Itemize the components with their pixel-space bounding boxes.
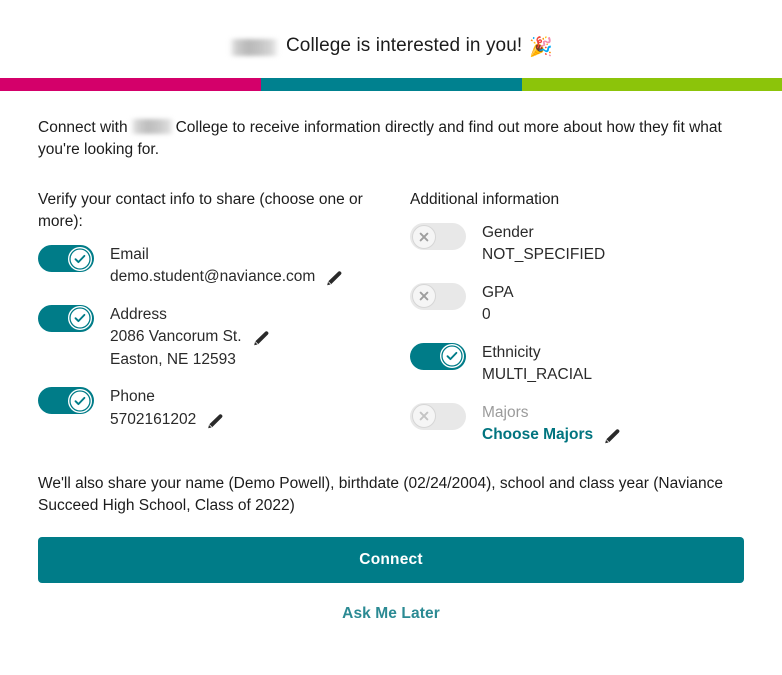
redacted-college-name (228, 38, 279, 56)
option-row-email: Email demo.student@naviance.com (38, 243, 410, 289)
page-title-text: College is interested in you! (285, 35, 523, 56)
option-label-email: Email (110, 246, 149, 263)
interest-modal: College is interested in you! 🎉 Connect … (0, 0, 782, 675)
option-value-email: demo.student@naviance.com (110, 266, 342, 288)
pencil-icon[interactable] (603, 428, 620, 445)
option-label-gpa: GPA (482, 283, 514, 301)
brand-color-bar (0, 78, 782, 91)
check-icon (68, 388, 92, 413)
connect-button[interactable]: Connect (38, 536, 744, 583)
option-body-gpa: GPA 0 (466, 281, 514, 327)
option-value-phone: 5702161202 (110, 409, 223, 431)
contact-info-column: Verify your contact info to share (choos… (38, 189, 410, 447)
toggle-ethnicity[interactable] (410, 342, 466, 370)
option-body-address: Address 2086 Vancorum St. Easton, NE 125… (94, 303, 394, 371)
toggle-email[interactable] (38, 245, 94, 272)
additional-info-rows: Gender NOT_SPECIFIED GPA 0 Ethnicity MUL… (410, 221, 744, 447)
option-label-majors: Majors (482, 403, 529, 421)
close-icon (412, 404, 436, 429)
option-body-majors: Majors Choose Majors (466, 401, 620, 447)
options-columns: Verify your contact info to share (choos… (38, 189, 744, 447)
party-popper-icon: 🎉 (529, 36, 554, 58)
toggle-majors[interactable] (410, 402, 466, 430)
option-row-majors: Majors Choose Majors (410, 401, 744, 447)
ask-me-later-link[interactable]: Ask Me Later (342, 605, 440, 622)
check-icon (68, 246, 92, 271)
ethnicity-value-text: MULTI_RACIAL (482, 366, 592, 384)
pencil-icon[interactable] (325, 270, 342, 287)
phone-value-text: 5702161202 (110, 410, 197, 428)
address-line1: 2086 Vancorum St. (110, 328, 242, 346)
toggle-phone[interactable] (38, 387, 94, 415)
option-value-address: 2086 Vancorum St. Easton, NE 12593 (110, 326, 394, 371)
option-body-gender: Gender NOT_SPECIFIED (466, 221, 605, 267)
gender-value-text: NOT_SPECIFIED (482, 246, 606, 264)
option-value-ethnicity: MULTI_RACIAL (482, 364, 592, 386)
modal-body: Connect with College to receive informati… (0, 117, 782, 623)
option-row-address: Address 2086 Vancorum St. Easton, NE 125… (38, 303, 410, 371)
option-row-phone: Phone 5702161202 (38, 385, 410, 431)
redacted-college-name-inline (129, 119, 174, 135)
pencil-icon[interactable] (252, 330, 269, 347)
option-label-address: Address (110, 305, 167, 323)
choose-majors-link[interactable]: Choose Majors (482, 424, 593, 446)
option-value-gpa: 0 (482, 304, 514, 326)
option-body-phone: Phone 5702161202 (94, 385, 223, 431)
contact-info-heading: Verify your contact info to share (choos… (38, 191, 363, 230)
pencil-icon[interactable] (206, 413, 223, 430)
check-icon (68, 306, 92, 331)
email-value-text: demo.student@naviance.com (110, 268, 316, 286)
ask-later-container: Ask Me Later (38, 605, 744, 623)
color-bar-segment-green (522, 78, 782, 91)
color-bar-segment-teal (261, 78, 522, 91)
additional-info-heading: Additional information (410, 191, 560, 208)
page-title: College is interested in you! 🎉 (228, 35, 554, 58)
option-label-ethnicity: Ethnicity (482, 343, 541, 361)
option-value-majors: Choose Majors (482, 424, 620, 446)
close-icon (412, 284, 436, 309)
option-body-email: Email demo.student@naviance.com (94, 243, 342, 289)
color-bar-segment-pink (0, 78, 261, 91)
option-label-phone: Phone (110, 388, 155, 406)
option-row-gpa: GPA 0 (410, 281, 744, 327)
option-row-ethnicity: Ethnicity MULTI_RACIAL (410, 341, 744, 387)
toggle-address[interactable] (38, 304, 94, 332)
intro-text: Connect with College to receive informati… (38, 117, 744, 161)
check-icon (440, 344, 464, 369)
address-line2: Easton, NE 12593 (110, 350, 236, 368)
close-icon (412, 224, 436, 249)
sharing-disclaimer: We'll also share your name (Demo Powell)… (38, 474, 724, 514)
contact-info-rows: Email demo.student@naviance.com Address … (38, 243, 410, 431)
option-value-gender: NOT_SPECIFIED (482, 244, 605, 266)
toggle-gender[interactable] (410, 223, 466, 250)
gpa-value-text: 0 (482, 306, 491, 324)
toggle-gpa[interactable] (410, 282, 466, 310)
option-row-gender: Gender NOT_SPECIFIED (410, 221, 744, 267)
option-body-ethnicity: Ethnicity MULTI_RACIAL (466, 341, 592, 387)
modal-header: College is interested in you! 🎉 (0, 0, 782, 78)
option-label-gender: Gender (482, 224, 534, 241)
intro-before: Connect with (38, 119, 128, 136)
additional-info-column: Additional information Gender NOT_SPECIF… (410, 189, 744, 447)
